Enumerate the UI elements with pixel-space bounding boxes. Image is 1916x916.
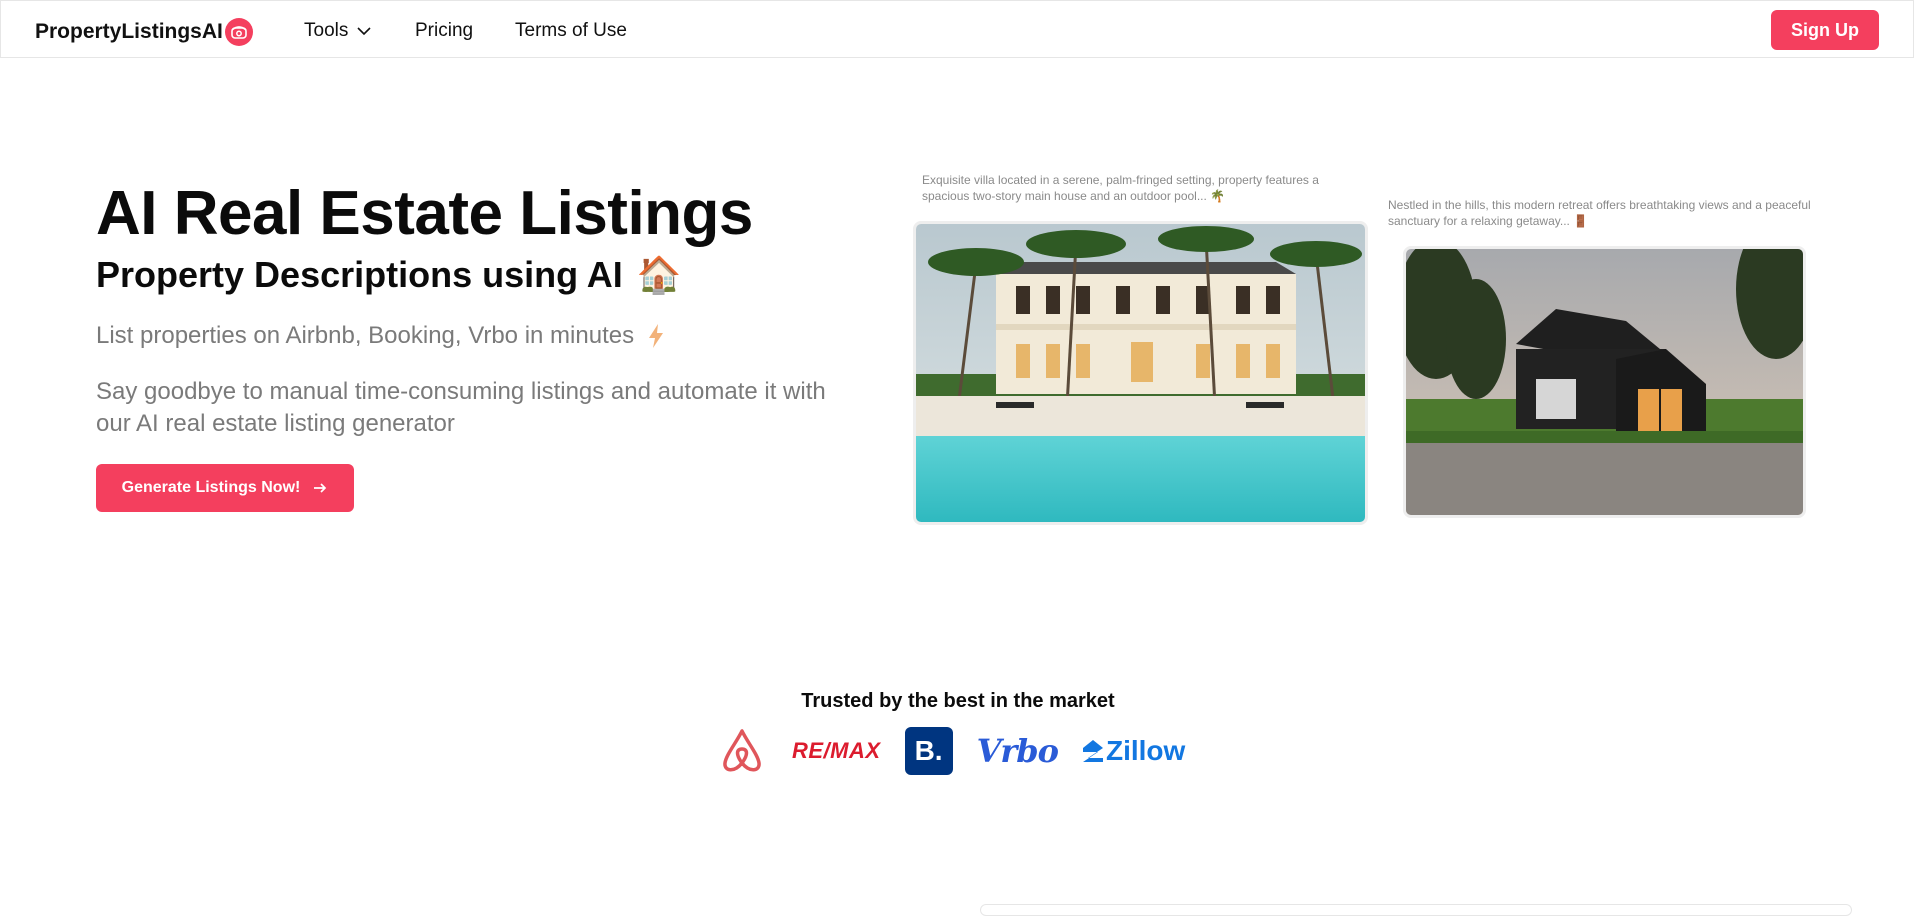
hero-description: Say goodbye to manual time-consuming lis…	[96, 378, 826, 437]
house-emoji: 🏠	[636, 254, 682, 295]
villa-photo[interactable]	[913, 221, 1368, 525]
nav-pricing-label: Pricing	[415, 20, 474, 41]
trusted-heading: Trusted by the best in the market	[801, 690, 1115, 712]
hero-subtitle: Property Descriptions using AI 🏠	[96, 254, 682, 296]
listing-caption-villa: Exquisite villa located in a serene, pal…	[922, 173, 1319, 203]
top-navbar: PropertyListingsAI Tools Pricing Terms o…	[0, 0, 1914, 58]
remax-wordmark: RE/MAX	[792, 738, 881, 763]
booking-wordmark: B.	[914, 735, 943, 766]
retreat-image	[1406, 249, 1803, 515]
zillow-wordmark: Zillow	[1105, 735, 1186, 766]
brand-logo[interactable]: PropertyListingsAI	[35, 18, 253, 46]
generate-listings-button[interactable]: Generate Listings Now!	[96, 464, 354, 512]
booking-logo: B.	[904, 727, 953, 775]
nav-tools-label: Tools	[304, 20, 349, 41]
nav-pricing-link[interactable]: Pricing	[415, 20, 473, 42]
remax-logo: RE/MAX	[792, 738, 881, 764]
retreat-photo[interactable]	[1403, 246, 1806, 518]
listing-caption-retreat: Nestled in the hills, this modern retrea…	[1388, 198, 1811, 228]
vrbo-wordmark: Vrbo	[976, 732, 1059, 770]
nav-terms-link[interactable]: Terms of Use	[515, 20, 627, 42]
vrbo-logo: Vrbo	[976, 732, 1059, 770]
nav-tools-dropdown[interactable]: Tools	[304, 20, 372, 42]
lightning-icon	[649, 324, 664, 348]
zillow-logo: Zillow	[1082, 735, 1185, 767]
brand-name: PropertyListingsAI	[35, 20, 223, 43]
hero-subtitle-text: Property Descriptions using AI	[96, 254, 623, 295]
hero-tagline: List properties on Airbnb, Booking, Vrbo…	[96, 322, 666, 350]
next-section-card	[980, 904, 1852, 916]
chevron-down-icon	[357, 27, 371, 36]
villa-image	[916, 224, 1365, 522]
airbnb-logo	[716, 725, 768, 777]
zillow-house-icon	[1082, 740, 1103, 762]
arrow-right-icon	[314, 483, 327, 493]
brand-phone-icon	[224, 18, 253, 46]
generate-listings-label: Generate Listings Now!	[121, 479, 301, 496]
sign-up-button[interactable]: Sign Up	[1771, 10, 1879, 50]
hero-tagline-text: List properties on Airbnb, Booking, Vrbo…	[96, 322, 635, 349]
hero-title: AI Real Estate Listings	[96, 179, 753, 248]
nav-terms-label: Terms of Use	[515, 20, 627, 41]
partner-logos: RE/MAX B. Vrbo Zillow	[716, 726, 1209, 776]
